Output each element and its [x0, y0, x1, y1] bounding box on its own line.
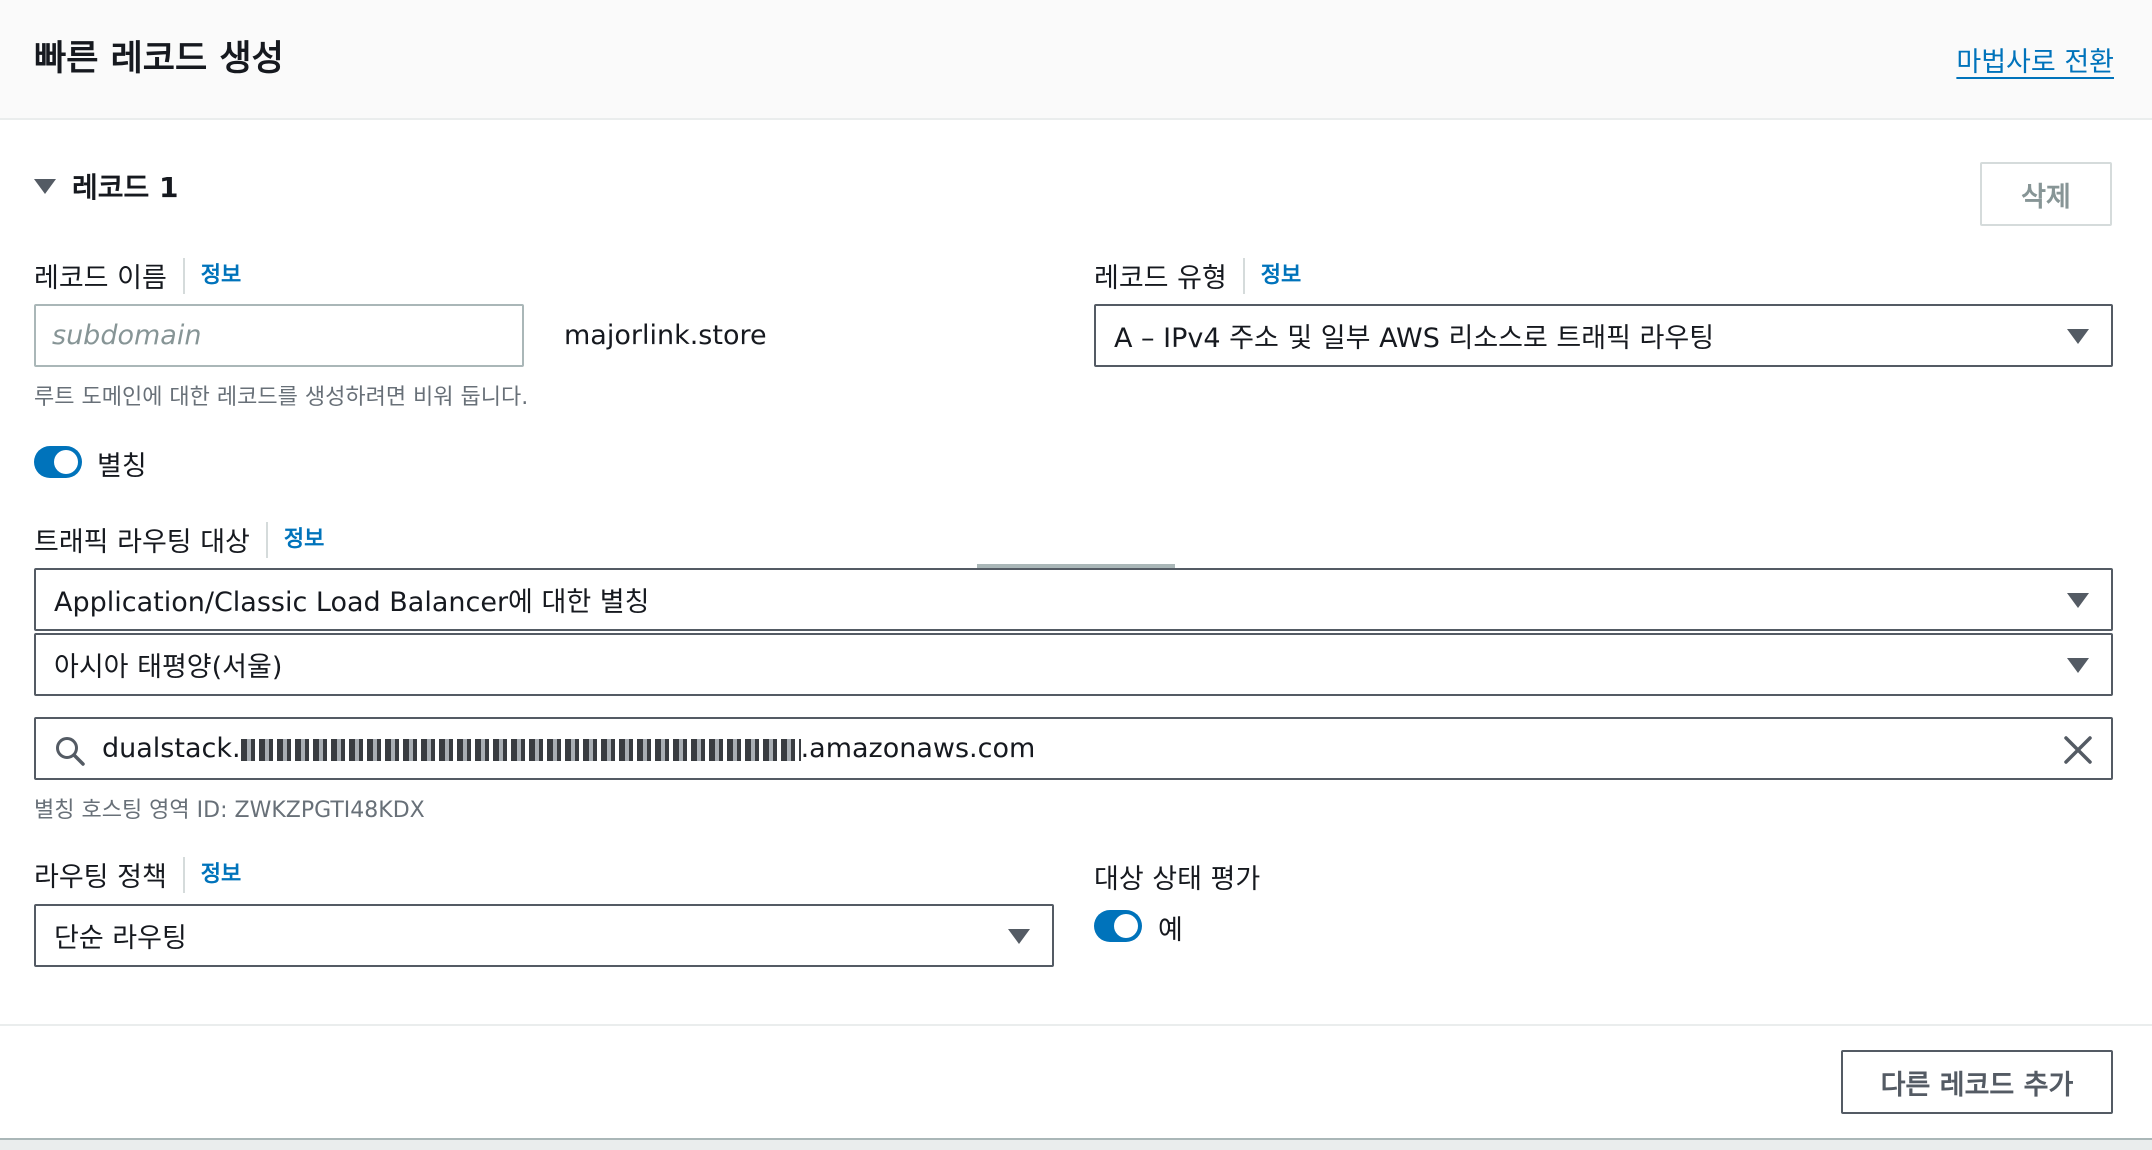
routing-policy-label: 라우팅 정책: [34, 862, 167, 893]
routing-policy-label-group: 라우팅 정책 정보: [34, 855, 241, 894]
alias-toggle[interactable]: [34, 446, 82, 478]
record-type-value: A – IPv4 주소 및 일부 AWS 리소스로 트래픽 라우팅: [1114, 323, 1715, 354]
routing-policy-select[interactable]: 단순 라우팅: [34, 904, 1054, 967]
search-icon: [56, 737, 85, 766]
record-type-label: 레코드 유형: [1094, 263, 1227, 294]
region-value: 아시아 태평양(서울): [54, 652, 283, 683]
health-eval-value: 예: [1158, 915, 1183, 946]
traffic-target-label-group: 트래픽 라우팅 대상 정보: [34, 520, 324, 559]
toggle-knob: [1114, 914, 1138, 938]
endpoint-search-input[interactable]: dualstack. .amazonaws.com: [34, 717, 2113, 780]
close-icon[interactable]: [2061, 733, 2095, 767]
routing-policy-value: 단순 라우팅: [54, 923, 187, 954]
chevron-down-icon: [2067, 328, 2089, 344]
endpoint-prefix: dualstack.: [102, 733, 241, 764]
region-select[interactable]: 아시아 태평양(서울): [34, 633, 2113, 696]
page-title: 빠른 레코드 생성: [34, 39, 284, 79]
redacted-block: [240, 738, 801, 761]
chevron-down-icon: [2067, 592, 2089, 608]
domain-suffix: majorlink.store: [564, 320, 767, 351]
toggle-knob: [54, 450, 78, 474]
record-name-label: 레코드 이름: [34, 263, 167, 294]
record-name-label-group: 레코드 이름 정보: [34, 256, 241, 295]
endpoint-type-value: Application/Classic Load Balancer에 대한 별칭: [54, 587, 650, 618]
endpoint-value: dualstack. .amazonaws.com: [102, 733, 1035, 764]
alias-label: 별칭: [97, 451, 147, 482]
record-title: 레코드 1: [72, 171, 179, 204]
record-name-info-link[interactable]: 정보: [182, 257, 241, 294]
chevron-down-icon: [1008, 928, 1030, 944]
add-another-record-button[interactable]: 다른 레코드 추가: [1841, 1050, 2113, 1114]
health-eval-toggle[interactable]: [1094, 910, 1142, 942]
caret-down-icon: [34, 178, 56, 194]
footer-divider: [0, 1024, 2152, 1026]
record-type-select[interactable]: A – IPv4 주소 및 일부 AWS 리소스로 트래픽 라우팅: [1094, 304, 2113, 367]
record-type-label-group: 레코드 유형 정보: [1094, 256, 1301, 295]
delete-button[interactable]: 삭제: [1980, 162, 2112, 226]
bottom-edge: [0, 1138, 2152, 1150]
page-header: 빠른 레코드 생성 마법사로 전환: [0, 0, 2152, 120]
endpoint-suffix: .amazonaws.com: [800, 733, 1036, 764]
routing-policy-info-link[interactable]: 정보: [182, 856, 241, 893]
record-1-expander[interactable]: 레코드 1: [34, 166, 179, 206]
endpoint-type-select[interactable]: Application/Classic Load Balancer에 대한 별칭: [34, 568, 2113, 631]
record-type-info-link[interactable]: 정보: [1242, 257, 1301, 294]
health-eval-label: 대상 상태 평가: [1094, 864, 1261, 895]
hosted-zone-help: 별칭 호스팅 영역 ID: ZWKZPGTI48KDX: [34, 798, 425, 823]
record-name-input[interactable]: [34, 304, 524, 367]
traffic-target-info-link[interactable]: 정보: [265, 521, 324, 558]
traffic-target-label: 트래픽 라우팅 대상: [34, 527, 250, 558]
chevron-down-icon: [2067, 657, 2089, 673]
record-name-help: 루트 도메인에 대한 레코드를 생성하려면 비워 둡니다.: [34, 385, 529, 410]
switch-to-wizard-link[interactable]: 마법사로 전환: [1956, 40, 2114, 79]
